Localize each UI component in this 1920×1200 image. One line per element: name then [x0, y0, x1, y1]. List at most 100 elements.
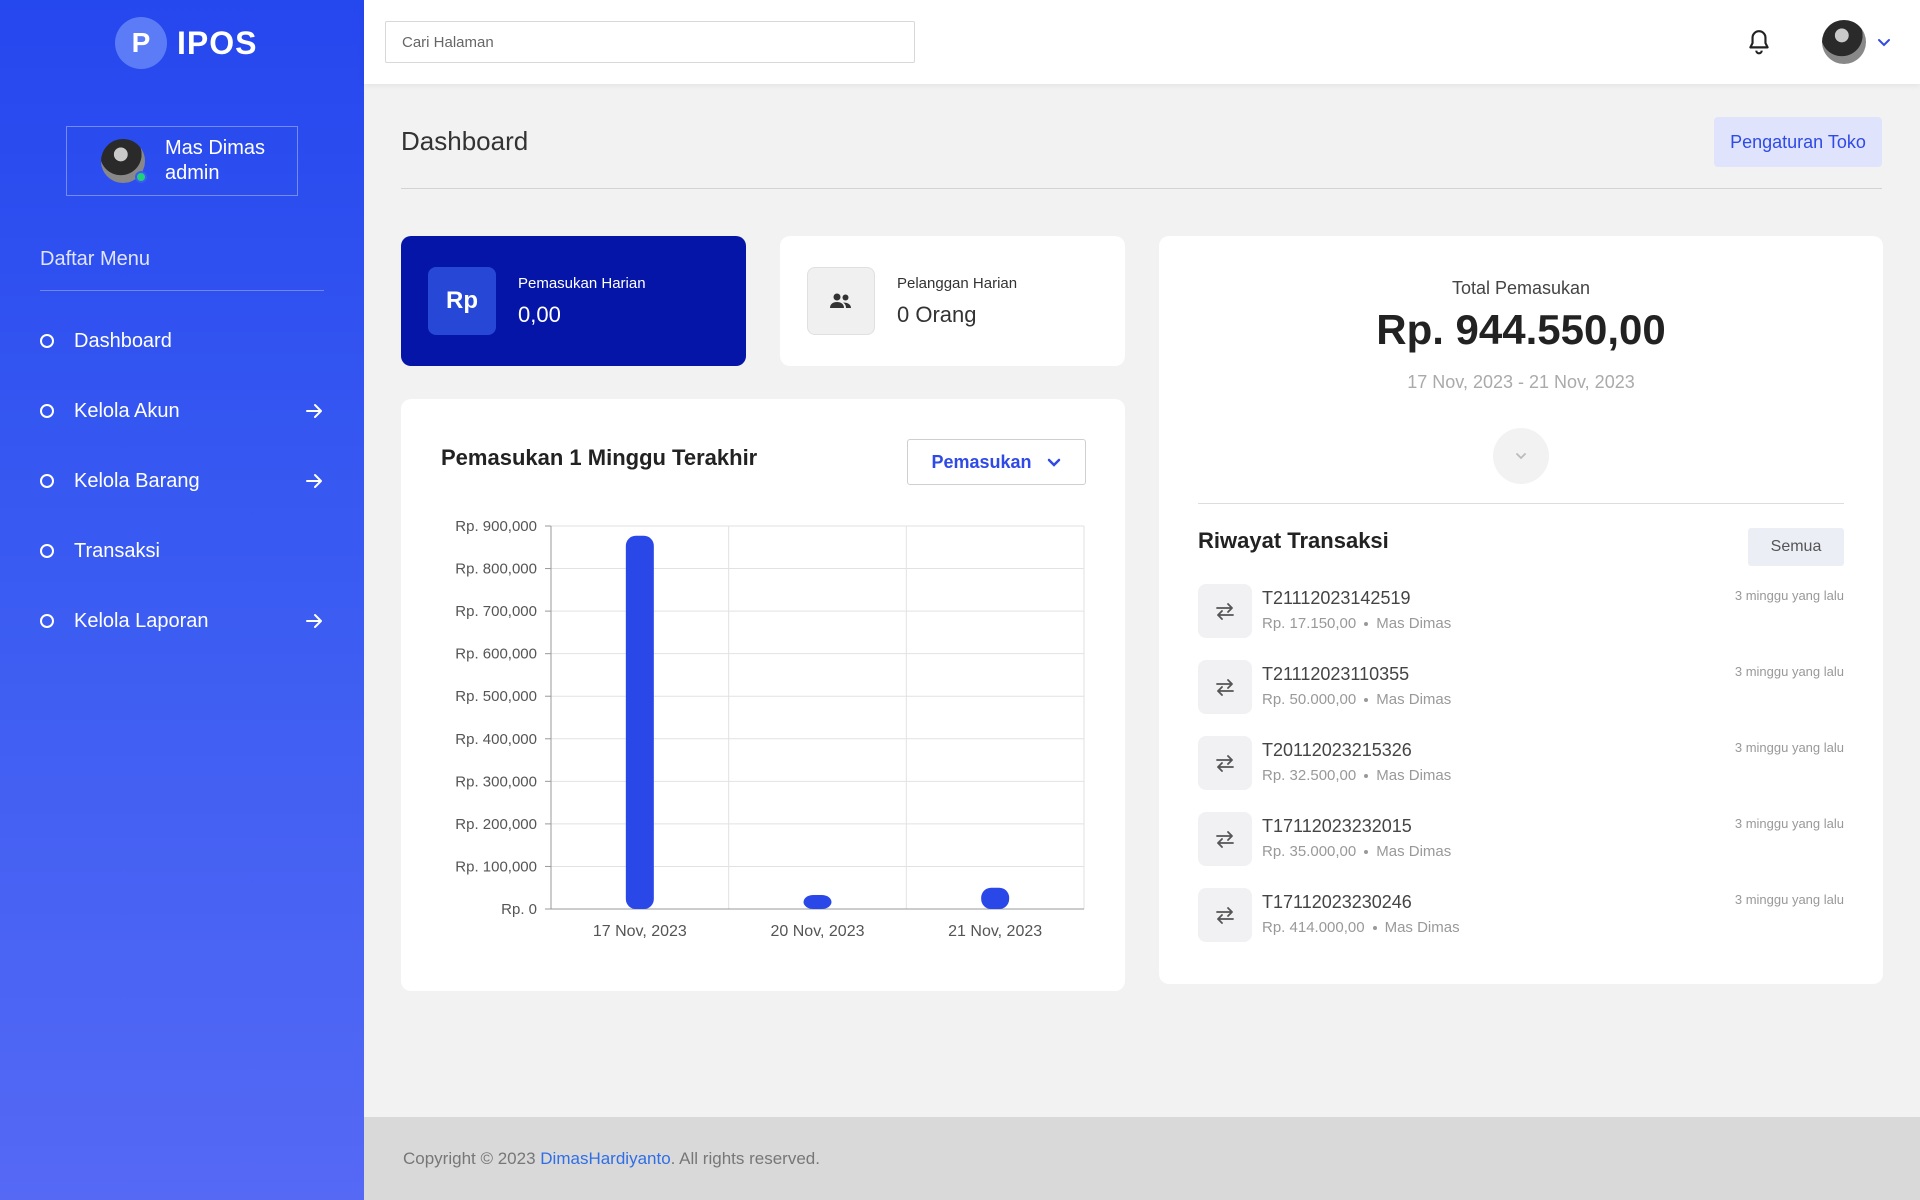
transaction-item[interactable]: T17112023230246 Rp. 414.000,00 Mas Dimas 3 … [1198, 888, 1844, 964]
bell-icon[interactable] [1746, 28, 1772, 56]
separator-dot [1364, 698, 1369, 703]
menu-section-title: Daftar Menu [40, 248, 151, 270]
divider [401, 188, 1882, 189]
y-tick-label: Rp. 400,000 [455, 731, 537, 748]
y-tick-label: Rp. 700,000 [455, 603, 537, 620]
transaction-meta: Rp. 32.500,00 Mas Dimas [1262, 767, 1451, 784]
sidebar-menu: Dashboard Kelola Akun Kelola Barang Tran… [40, 306, 324, 656]
expand-button[interactable] [1493, 428, 1549, 484]
sidebar-item-kelola-akun[interactable]: Kelola Akun [40, 376, 324, 446]
transaction-meta: Rp. 35.000,00 Mas Dimas [1262, 843, 1451, 860]
y-tick-label: Rp. 600,000 [455, 646, 537, 663]
y-tick-label: Rp. 0 [501, 901, 537, 918]
separator-dot [1364, 850, 1369, 855]
x-tick-label: 17 Nov, 2023 [593, 923, 687, 940]
arrow-right-icon [306, 614, 322, 628]
transaction-amount: Rp. 35.000,00 [1262, 843, 1357, 860]
income-bar-chart: Rp. 0 Rp. 100,000 Rp. 200,000 Rp. 300,000 Rp… [455, 518, 1085, 940]
transaction-amount: Rp. 414.000,00 [1262, 919, 1365, 936]
sidebar-item-dashboard[interactable]: Dashboard [40, 306, 324, 376]
brand-logo: P [115, 17, 167, 69]
transaction-time: 3 minggu yang lalu [1734, 588, 1844, 603]
separator-dot [1364, 622, 1369, 627]
sidebar-item-kelola-laporan[interactable]: Kelola Laporan [40, 586, 324, 656]
chevron-down-icon[interactable] [1876, 34, 1892, 50]
transaction-user: Mas Dimas [1376, 843, 1452, 860]
copyright-text: Copyright © 2023 [403, 1148, 541, 1168]
footer: Copyright © 2023 DimasHardiyanto. All ri… [364, 1117, 1920, 1200]
transaction-user: Mas Dimas [1384, 919, 1460, 936]
transaction-item[interactable]: T21112023142519 Rp. 17.150,00 Mas Dimas 3 m… [1198, 584, 1844, 660]
chart-bar [803, 895, 832, 909]
transaction-time: 3 minggu yang lalu [1734, 892, 1844, 907]
transaction-id: T21112023142519 [1262, 588, 1411, 608]
transaction-item[interactable]: T21112023110355 Rp. 50.000,00 Mas Dimas 3 m… [1198, 660, 1844, 736]
transaction-user: Mas Dimas [1376, 691, 1452, 708]
transaction-meta: Rp. 50.000,00 Mas Dimas [1262, 691, 1451, 708]
total-value: Rp. 944.550,00 [1376, 306, 1666, 353]
total-label: Total Pemasukan [1451, 278, 1591, 298]
transaction-history-title: Riwayat Transaksi [1198, 528, 1389, 553]
sidebar: P IPOS Mas Dimas admin Daftar Menu Dashb… [0, 0, 364, 1200]
y-tick-label: Rp. 100,000 [455, 858, 537, 875]
sidebar-item-label: Dashboard [74, 329, 172, 352]
users-icon [807, 267, 875, 335]
transfer-icon [1198, 888, 1252, 942]
sidebar-item-label: Transaksi [74, 539, 160, 562]
transfer-icon [1198, 812, 1252, 866]
chart-bar [625, 535, 654, 909]
transfer-icon [1198, 736, 1252, 790]
sidebar-item-kelola-barang[interactable]: Kelola Barang [40, 446, 324, 516]
transaction-meta: Rp. 17.150,00 Mas Dimas [1262, 615, 1451, 632]
y-tick-label: Rp. 800,000 [455, 561, 537, 578]
transaction-amount: Rp. 17.150,00 [1262, 615, 1357, 632]
avatar[interactable] [1822, 20, 1866, 64]
menu-divider [40, 290, 324, 291]
separator-dot [1364, 774, 1369, 779]
stat-value: 0 Orang [897, 301, 977, 327]
circle-icon [40, 544, 54, 558]
stat-value: 0,00 [518, 301, 561, 327]
online-status-icon [135, 171, 147, 183]
transaction-time: 3 minggu yang lalu [1734, 664, 1844, 679]
user-name: Mas Dimas [165, 137, 266, 159]
daily-customers-card: Pelanggan Harian 0 Orang [780, 236, 1125, 366]
x-tick-label: 20 Nov, 2023 [771, 923, 865, 940]
sidebar-item-transaksi[interactable]: Transaksi [40, 516, 324, 586]
transaction-id: T21112023110355 [1262, 664, 1410, 684]
separator-dot [1372, 926, 1377, 931]
user-card[interactable]: Mas Dimas admin [66, 126, 298, 196]
transaction-id: T17112023232015 [1262, 816, 1412, 836]
sidebar-item-label: Kelola Laporan [74, 609, 209, 632]
y-tick-label: Rp. 200,000 [455, 816, 537, 833]
transaction-item[interactable]: T17112023232015 Rp. 35.000,00 Mas Dimas 3 m… [1198, 812, 1844, 888]
divider [1198, 503, 1844, 504]
view-all-button[interactable]: Semua [1748, 528, 1844, 566]
brand-name: IPOS [177, 24, 258, 61]
transaction-item[interactable]: T20112023215326 Rp. 32.500,00 Mas Dimas 3 m… [1198, 736, 1844, 812]
date-range: 17 Nov, 2023 - 21 Nov, 2023 [1407, 372, 1635, 392]
copyright-suffix: . All rights reserved. [670, 1148, 820, 1168]
transaction-id: T20112023215326 [1262, 740, 1412, 760]
store-settings-button[interactable]: Pengaturan Toko [1714, 117, 1882, 167]
x-tick-label: 21 Nov, 2023 [948, 923, 1042, 940]
transaction-time: 3 minggu yang lalu [1734, 816, 1844, 831]
topbar [364, 0, 1920, 84]
transaction-user: Mas Dimas [1376, 767, 1452, 784]
transaction-user: Mas Dimas [1376, 615, 1452, 632]
chevron-down-icon [1516, 453, 1526, 460]
arrow-right-icon [306, 474, 322, 488]
search-input[interactable] [385, 21, 915, 63]
transfer-icon [1198, 584, 1252, 638]
brand[interactable]: P IPOS [115, 17, 257, 69]
circle-icon [40, 404, 54, 418]
transaction-meta: Rp. 414.000,00 Mas Dimas [1262, 919, 1460, 936]
daily-income-card: Rp Pemasukan Harian 0,00 [401, 236, 746, 366]
transfer-icon [1198, 660, 1252, 714]
circle-icon [40, 474, 54, 488]
transaction-time: 3 minggu yang lalu [1734, 740, 1844, 755]
transaction-amount: Rp. 50.000,00 [1262, 691, 1357, 708]
income-chart-card: Pemasukan 1 Minggu Terakhir Pemasukan Rp… [401, 399, 1125, 991]
author-link[interactable]: DimasHardiyanto [540, 1149, 670, 1169]
total-income-card: Total Pemasukan Rp. 944.550,00 17 Nov, 2… [1159, 236, 1883, 984]
